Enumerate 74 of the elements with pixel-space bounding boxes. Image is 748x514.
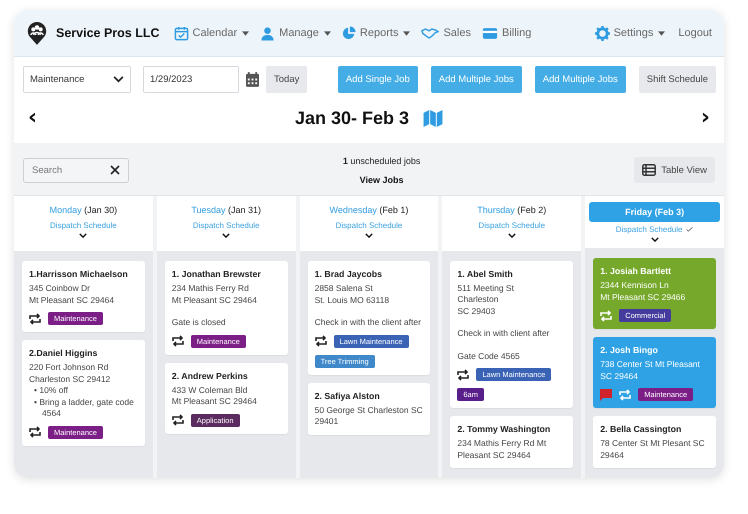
map-icon[interactable] [423,110,444,126]
pie-chart-icon [342,26,356,40]
date-field[interactable]: 1/29/2023 [143,66,239,92]
caret-icon [403,30,410,36]
chevron-down-icon[interactable] [364,233,373,238]
day-tab[interactable]: Thursday (Feb 2) [471,202,552,218]
logo-icon [26,20,48,46]
nav-link[interactable]: Calendar [174,26,250,40]
caret-icon [324,30,331,36]
close-icon[interactable] [110,165,120,175]
chevron-down-icon[interactable] [79,233,88,238]
job-address: 2858 Salena St St. Louis MO 63118 [314,283,390,306]
job-address: 433 W Coleman Bld Mt Pleasant SC 29464 [172,384,258,408]
nav-link[interactable]: Sales [421,26,471,40]
caret-icon [242,30,250,36]
job-title: 2. Safiya Alston [314,390,381,400]
job-address: 511 Meeting St Charleston SC 29403 [457,282,515,317]
chevron-down-icon[interactable] [508,233,516,238]
job-note: Gate is closed [172,317,227,328]
job-title: 2. Josh Bingo [600,345,659,355]
today-button[interactable]: Today [266,66,308,92]
job-title: 2. Andrew Perkins [172,370,249,380]
table-icon [642,164,656,176]
service-select[interactable]: Maintenance [23,66,131,92]
job-title: 1. Jonathan Brewster [172,269,262,279]
job-title: 1. Josiah Bartlett [600,266,672,276]
chevron-down-icon[interactable] [650,237,659,242]
job-note: Check in with client after [457,328,551,340]
job-address: 345 Coinbow Dr Mt Pleasant SC 29464 [29,283,116,306]
next-week-button[interactable]: › [696,107,714,129]
chevron-down-icon [113,76,124,82]
caret-icon [658,30,666,36]
job-card[interactable]: 2. Safiya Alston 50 George St Charleston SC 29401 [308,382,430,434]
job-title: 1. Brad Jaycobs [314,269,384,279]
view-jobs-link[interactable]: View Jobs [360,174,404,184]
nav-link[interactable]: Logout [678,26,712,40]
job-address: 234 Mathis Ferry Rd Mt Pleasant SC 29464 [172,283,258,306]
week-title: Jan 30- Feb 3 [294,108,410,128]
job-note: Check in with the client after [314,317,422,328]
nav-link[interactable]: Billing [482,26,532,40]
job-address: 738 Center St Mt Pleasant SC 29464 [600,359,701,382]
day-tab[interactable]: Wednesday (Feb 1) [324,202,414,218]
credit-card-icon [482,26,498,40]
nav-link[interactable]: Reports [342,26,410,40]
job-address: 234 Mathis Ferry Rd Mt Pleasant SC 29464 [457,438,548,461]
job-title: 2. Bella Cassington [600,424,682,434]
job-address: 220 Fort Johnson Rd Charleston SC 29412 [29,362,112,385]
day-tab[interactable]: Monday (Jan 30) [44,202,124,218]
job-title: 1. Abel Smith [457,268,514,278]
table-view-button[interactable]: Table View [634,157,715,183]
nav-link[interactable]: Settings [594,26,666,40]
nav-link[interactable]: Manage [260,26,331,40]
brand-name: Service Pros LLC [56,26,160,40]
calendar-icon[interactable] [246,72,259,86]
job-address: 2344 Kennison Ln Mt Pleasant SC 29466 [600,280,686,303]
job-title: 1.Harrisson Michaelson [29,269,129,279]
day-tab[interactable]: Tuesday (Jan 31) [185,202,268,218]
job-card[interactable]: 2. Bella Cassington 78 Center St Mt Plesant SC 29464 [593,416,716,468]
job-note: • Bring a ladder, gate code 4564 [33,396,135,420]
previous-week-button[interactable]: ‹ [24,107,42,129]
person-icon [260,26,276,40]
job-note: Gate Code 4565 [457,350,521,362]
settings-icon [594,26,610,40]
unscheduled-count: 1 unscheduled jobs [342,156,420,166]
job-address: 50 George St Charleston SC 29401 [314,404,424,428]
search-field[interactable]: Search [23,158,129,182]
job-title: 2. Tommy Washington [457,424,552,434]
job-address: 78 Center St Mt Plesant SC 29464 [600,438,706,461]
job-note: • 10% off [33,385,70,396]
job-card[interactable]: 2. Tommy Washington 234 Mathis Ferry Rd Mt Pleasant SC 29464 [450,416,574,468]
action-button[interactable]: Shift Schedule [638,66,716,92]
chevron-down-icon[interactable] [222,233,230,238]
job-title: 2.Daniel Higgins [29,348,98,358]
calendar-check-icon [174,26,189,40]
